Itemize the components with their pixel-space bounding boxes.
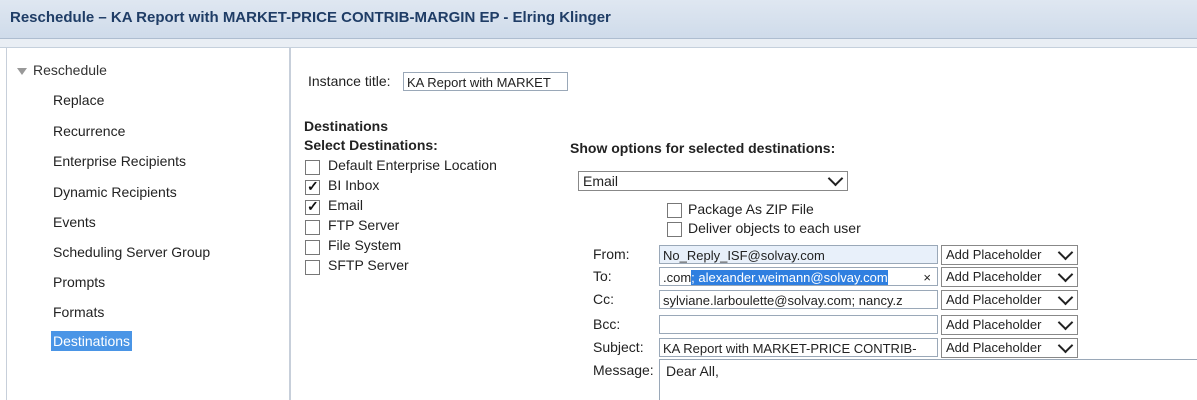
chevron-down-icon [1057,266,1074,283]
check-icon: ✓ [307,198,319,214]
to-input-text-prefix: .com [663,270,692,285]
destination-checkbox-file-system[interactable] [305,240,320,255]
to-label: To: [593,268,612,284]
nav-item-destinations[interactable]: Destinations [51,331,133,351]
cc-add-placeholder-select[interactable]: Add Placeholder [941,289,1078,310]
nav-item-recurrence[interactable]: Recurrence [53,123,125,139]
subject-label: Subject: [593,339,644,355]
destinations-heading: Destinations [304,118,389,134]
bcc-add-placeholder-select[interactable]: Add Placeholder [941,314,1078,335]
from-add-placeholder-label: Add Placeholder [946,247,1042,262]
destination-checkbox-email[interactable]: ✓ [305,198,320,215]
chevron-down-icon [1057,244,1074,261]
destination-checkbox-default-enterprise[interactable] [305,160,320,175]
cc-label: Cc: [593,291,614,307]
deliver-each-user-checkbox[interactable] [667,222,682,237]
chevron-down-icon [827,170,844,187]
to-input[interactable]: .com; alexander.weimann@solvay.com × [659,267,938,286]
subject-input[interactable]: KA Report with MARKET-PRICE CONTRIB- [659,338,938,357]
nav-item-enterprise-recipients[interactable]: Enterprise Recipients [53,153,186,169]
destination-checkbox-ftp[interactable] [305,220,320,235]
from-label: From: [593,246,630,262]
toolbar-strip [0,39,1197,48]
window-title: Reschedule – KA Report with MARKET-PRICE… [10,9,611,26]
chevron-down-icon [1057,314,1074,331]
to-add-placeholder-select[interactable]: Add Placeholder [941,266,1078,287]
select-destinations-heading: Select Destinations: [304,137,438,153]
nav-item-dynamic-recipients[interactable]: Dynamic Recipients [53,184,177,200]
subject-add-placeholder-select[interactable]: Add Placeholder [941,337,1078,358]
destination-label-bi-inbox: BI Inbox [328,177,380,193]
to-add-placeholder-label: Add Placeholder [946,269,1042,284]
bcc-add-placeholder-label: Add Placeholder [946,317,1042,332]
bcc-input[interactable] [659,315,938,334]
nav-item-prompts[interactable]: Prompts [53,274,105,290]
deliver-each-user-label: Deliver objects to each user [688,220,861,236]
destination-label-default-enterprise: Default Enterprise Location [328,157,497,173]
destination-label-email: Email [328,197,364,213]
destination-options-select[interactable]: Email [578,170,848,191]
tree-root-reschedule[interactable]: Reschedule [17,62,107,78]
window-title-bar: Reschedule – KA Report with MARKET-PRICE… [0,0,1197,39]
subject-add-placeholder-label: Add Placeholder [946,340,1042,355]
instance-title-input[interactable]: KA Report with MARKET [403,72,568,91]
message-label: Message: [593,362,654,378]
to-input-text-selected: ; alexander.weimann@solvay.com [691,270,888,285]
nav-item-formats[interactable]: Formats [53,304,104,320]
message-text: Dear All, [666,363,719,379]
destination-checkbox-bi-inbox[interactable]: ✓ [305,178,320,195]
left-nav-panel: Reschedule Replace Recurrence Enterprise… [6,48,290,400]
package-zip-checkbox[interactable] [667,203,682,218]
expand-triangle-icon[interactable] [17,67,27,75]
show-options-heading: Show options for selected destinations: [570,140,836,156]
chevron-down-icon [1057,289,1074,306]
destination-options-select-value: Email [583,173,619,189]
destination-label-sftp: SFTP Server [328,257,409,273]
message-textarea[interactable]: Dear All, [659,359,1197,400]
nav-item-events[interactable]: Events [53,214,96,230]
destination-label-file-system: File System [328,237,402,253]
chevron-down-icon [1057,337,1074,354]
nav-item-replace[interactable]: Replace [53,92,104,108]
check-icon: ✓ [307,178,319,194]
package-zip-label: Package As ZIP File [688,201,814,217]
nav-item-scheduling-server-group[interactable]: Scheduling Server Group [53,244,210,260]
cc-input[interactable]: sylviane.larboulette@solvay.com; nancy.z [659,290,938,309]
from-add-placeholder-select[interactable]: Add Placeholder [941,244,1078,265]
destination-checkbox-sftp[interactable] [305,260,320,275]
from-input[interactable]: No_Reply_ISF@solvay.com [659,245,938,264]
cc-add-placeholder-label: Add Placeholder [946,292,1042,307]
tree-root-label: Reschedule [33,62,107,78]
clear-icon[interactable]: × [923,268,931,285]
instance-title-label: Instance title: [308,73,391,89]
destination-label-ftp: FTP Server [328,217,400,233]
bcc-label: Bcc: [593,316,621,332]
